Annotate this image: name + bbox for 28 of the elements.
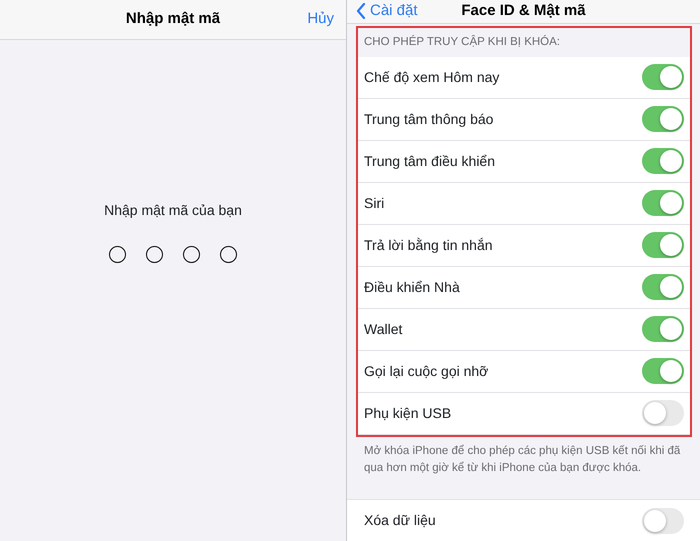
setting-label: Trung tâm thông báo <box>364 110 494 129</box>
setting-label: Trả lời bằng tin nhắn <box>364 236 493 255</box>
setting-label: Điều khiển Nhà <box>364 278 460 297</box>
panel-title: Face ID & Mật mã <box>461 1 586 21</box>
cancel-link[interactable]: Hủy <box>307 8 334 31</box>
setting-label: Wallet <box>364 320 402 339</box>
setting-label: Chế độ xem Hôm nay <box>364 68 500 87</box>
toggle-switch[interactable] <box>642 508 684 534</box>
setting-label: Trung tâm điều khiển <box>364 152 495 171</box>
toggle-switch[interactable] <box>642 358 684 384</box>
footer-note: Mở khóa iPhone để cho phép các phụ kiện USB kết nối khi đã qua hơn một giờ kể từ khi iPhone của bạn được khóa. <box>363 444 682 476</box>
passcode-prompt: Nhập mật mã của bạn <box>104 201 242 220</box>
back-link[interactable]: Cài đặt <box>356 0 418 22</box>
toggle-switch[interactable] <box>642 190 684 216</box>
toggle-switch[interactable] <box>642 274 684 300</box>
section-header: CHO PHÉP TRUY CẬP KHI BỊ KHÓA: <box>363 34 561 50</box>
setting-label: Siri <box>364 194 384 213</box>
setting-label: Gọi lại cuộc gọi nhỡ <box>364 362 488 381</box>
toggle-switch[interactable] <box>642 64 684 90</box>
toggle-switch[interactable] <box>642 232 684 258</box>
toggle-switch[interactable] <box>642 106 684 132</box>
panel-title: Nhập mật mã <box>126 9 220 30</box>
chevron-left-icon <box>356 3 366 20</box>
toggle-switch[interactable] <box>642 316 684 342</box>
setting-label: Xóa dữ liệu <box>364 511 436 530</box>
toggle-switch[interactable] <box>642 148 684 174</box>
setting-label: Phụ kiện USB <box>364 404 452 423</box>
toggle-switch[interactable] <box>642 400 684 426</box>
